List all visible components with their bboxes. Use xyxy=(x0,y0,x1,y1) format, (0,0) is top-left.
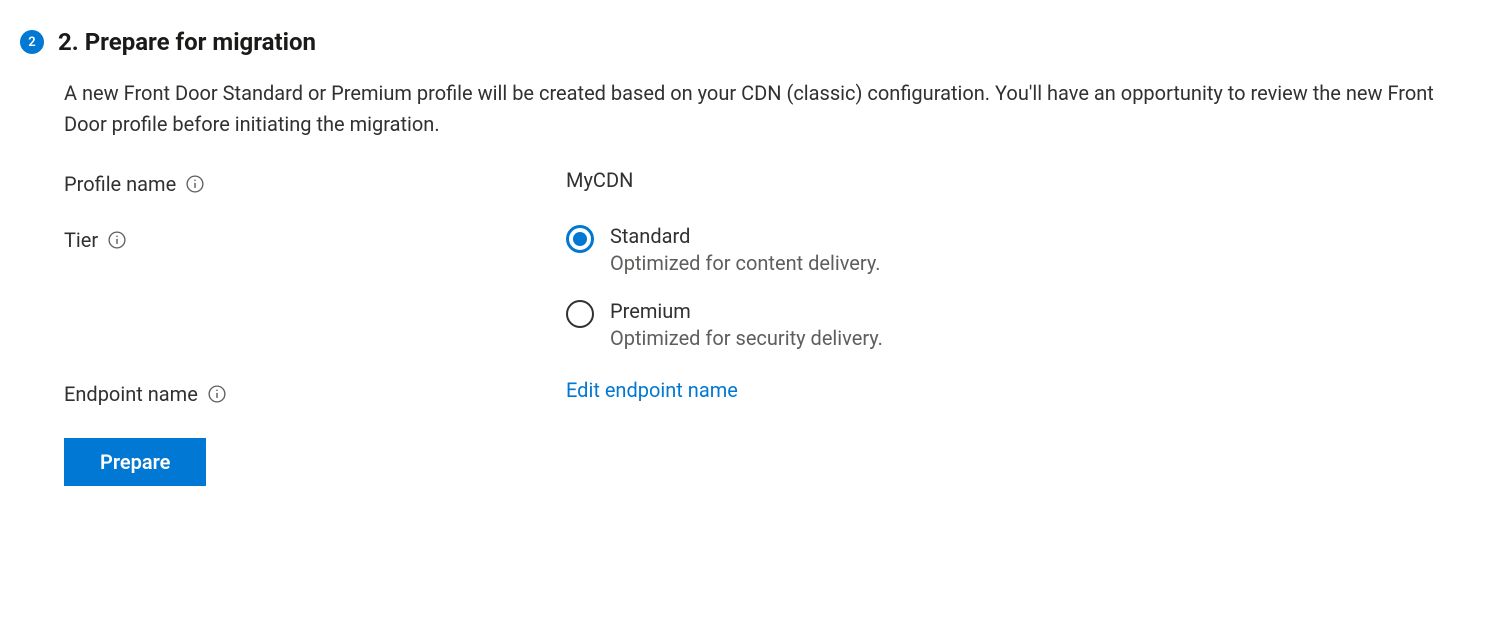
info-icon[interactable] xyxy=(186,175,204,193)
step-number-badge: 2 xyxy=(20,30,44,54)
tier-standard-label: Standard xyxy=(610,224,881,248)
profile-name-row: Profile name MyCDN xyxy=(64,168,1440,196)
tier-label: Tier xyxy=(64,228,98,252)
tier-option-premium[interactable]: Premium Optimized for security delivery. xyxy=(566,299,1440,350)
info-icon[interactable] xyxy=(208,385,226,403)
info-icon[interactable] xyxy=(108,231,126,249)
tier-option-standard[interactable]: Standard Optimized for content delivery. xyxy=(566,224,1440,275)
profile-name-label: Profile name xyxy=(64,172,176,196)
step-header: 2 2. Prepare for migration xyxy=(20,28,1486,56)
tier-premium-desc: Optimized for security delivery. xyxy=(610,326,883,350)
tier-premium-label: Premium xyxy=(610,299,883,323)
tier-standard-desc: Optimized for content delivery. xyxy=(610,251,881,275)
tier-radio-group: Standard Optimized for content delivery.… xyxy=(566,224,1440,350)
step-description: A new Front Door Standard or Premium pro… xyxy=(64,78,1440,140)
prepare-button[interactable]: Prepare xyxy=(64,438,206,486)
tier-row: Tier Standard Optimized for content deli… xyxy=(64,224,1440,350)
radio-icon xyxy=(566,225,594,253)
endpoint-name-label: Endpoint name xyxy=(64,382,198,406)
edit-endpoint-name-link[interactable]: Edit endpoint name xyxy=(566,378,738,402)
profile-name-value: MyCDN xyxy=(566,168,633,192)
radio-icon xyxy=(566,300,594,328)
endpoint-name-row: Endpoint name Edit endpoint name xyxy=(64,378,1440,406)
step-title: 2. Prepare for migration xyxy=(58,28,316,56)
